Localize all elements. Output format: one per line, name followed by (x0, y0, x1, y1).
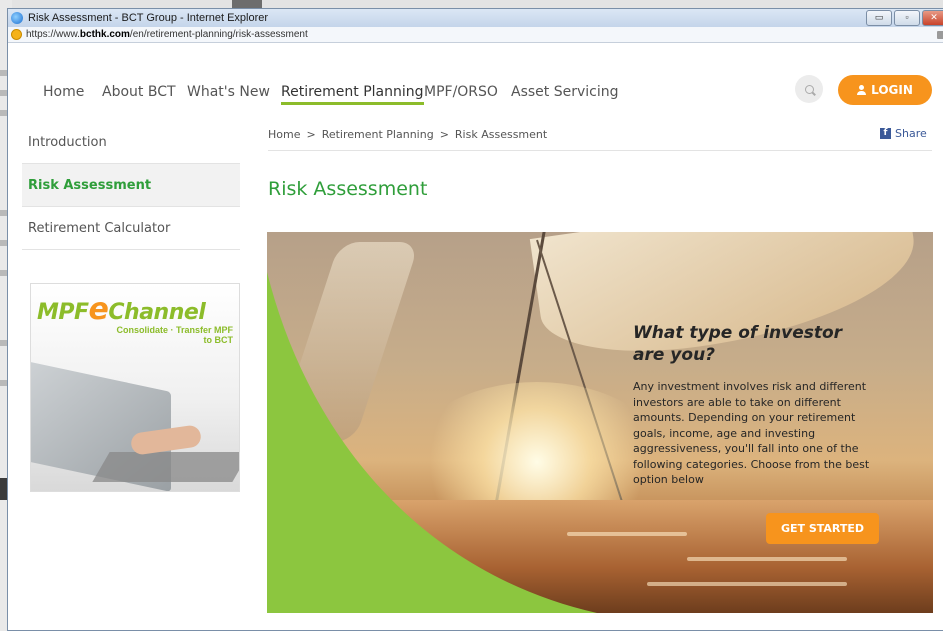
nav-home[interactable]: Home (43, 84, 84, 100)
breadcrumb-retirement-planning[interactable]: Retirement Planning (322, 128, 434, 141)
sidebar-item-retirement-calculator[interactable]: Retirement Calculator (22, 207, 240, 250)
window-title: Risk Assessment - BCT Group - Internet E… (28, 12, 269, 24)
internet-explorer-icon (11, 12, 23, 24)
logo-e: e (88, 292, 109, 327)
url-text[interactable]: https://www.bcthk.com/en/retirement-plan… (26, 29, 308, 40)
address-bar[interactable]: https://www.bcthk.com/en/retirement-plan… (8, 27, 943, 43)
search-icon (804, 84, 814, 94)
keyboard-image (92, 452, 239, 482)
page-title: Risk Assessment (268, 178, 428, 200)
mpf-echannel-logo: MPFeChannel (37, 292, 206, 327)
sidebar-item-introduction[interactable]: Introduction (22, 121, 240, 164)
get-started-button[interactable]: GET STARTED (766, 513, 879, 544)
logo-mpf: MPF (37, 300, 89, 325)
share-button[interactable]: f Share (880, 127, 927, 140)
sidebar-item-risk-assessment[interactable]: Risk Assessment (22, 164, 240, 207)
breadcrumb-separator: > (439, 128, 449, 141)
nav-asset-servicing[interactable]: Asset Servicing (511, 84, 619, 100)
nav-retirement-planning[interactable]: Retirement Planning (281, 84, 424, 105)
site-favicon-icon (11, 29, 22, 40)
login-button[interactable]: LOGIN (838, 75, 932, 105)
facebook-icon: f (880, 128, 891, 139)
hero-banner: What type of investor are you? Any inves… (267, 232, 933, 613)
url-domain: bcthk.com (79, 29, 130, 40)
login-label: LOGIN (871, 83, 913, 97)
nav-about-bct[interactable]: About BCT (102, 84, 176, 100)
maximize-button[interactable]: ▫ (894, 10, 920, 26)
breadcrumb-current: Risk Assessment (454, 128, 548, 141)
breadcrumb-separator: > (306, 128, 316, 141)
nav-mpf-orso[interactable]: MPF/ORSO (424, 84, 498, 100)
mpf-echannel-banner[interactable]: MPFeChannel Consolidate · Transfer MPF t… (30, 283, 240, 492)
minimize-button[interactable]: ▭ (866, 10, 892, 26)
lock-icon (937, 31, 943, 39)
hero-body: Any investment involves risk and differe… (633, 380, 870, 486)
url-path: /en/retirement-planning/risk-assessment (129, 29, 308, 40)
breadcrumb-divider (268, 150, 932, 151)
share-label: Share (895, 127, 927, 140)
logo-channel: Channel (108, 300, 206, 325)
promo-tagline: Consolidate · Transfer MPF to BCT (116, 325, 233, 345)
search-button[interactable] (795, 75, 823, 103)
user-icon (857, 85, 867, 95)
breadcrumb-home[interactable]: Home (268, 128, 300, 141)
url-prefix: https://www. (26, 29, 80, 40)
breadcrumb: Home > Retirement Planning > Risk Assessment (268, 128, 547, 141)
window-controls: ▭ ▫ ✕ (866, 10, 943, 26)
hero-heading: What type of investor are you? (633, 323, 843, 365)
close-button[interactable]: ✕ (922, 10, 943, 26)
title-bar[interactable]: Risk Assessment - BCT Group - Internet E… (8, 9, 943, 27)
nav-whats-new[interactable]: What's New (187, 84, 270, 100)
